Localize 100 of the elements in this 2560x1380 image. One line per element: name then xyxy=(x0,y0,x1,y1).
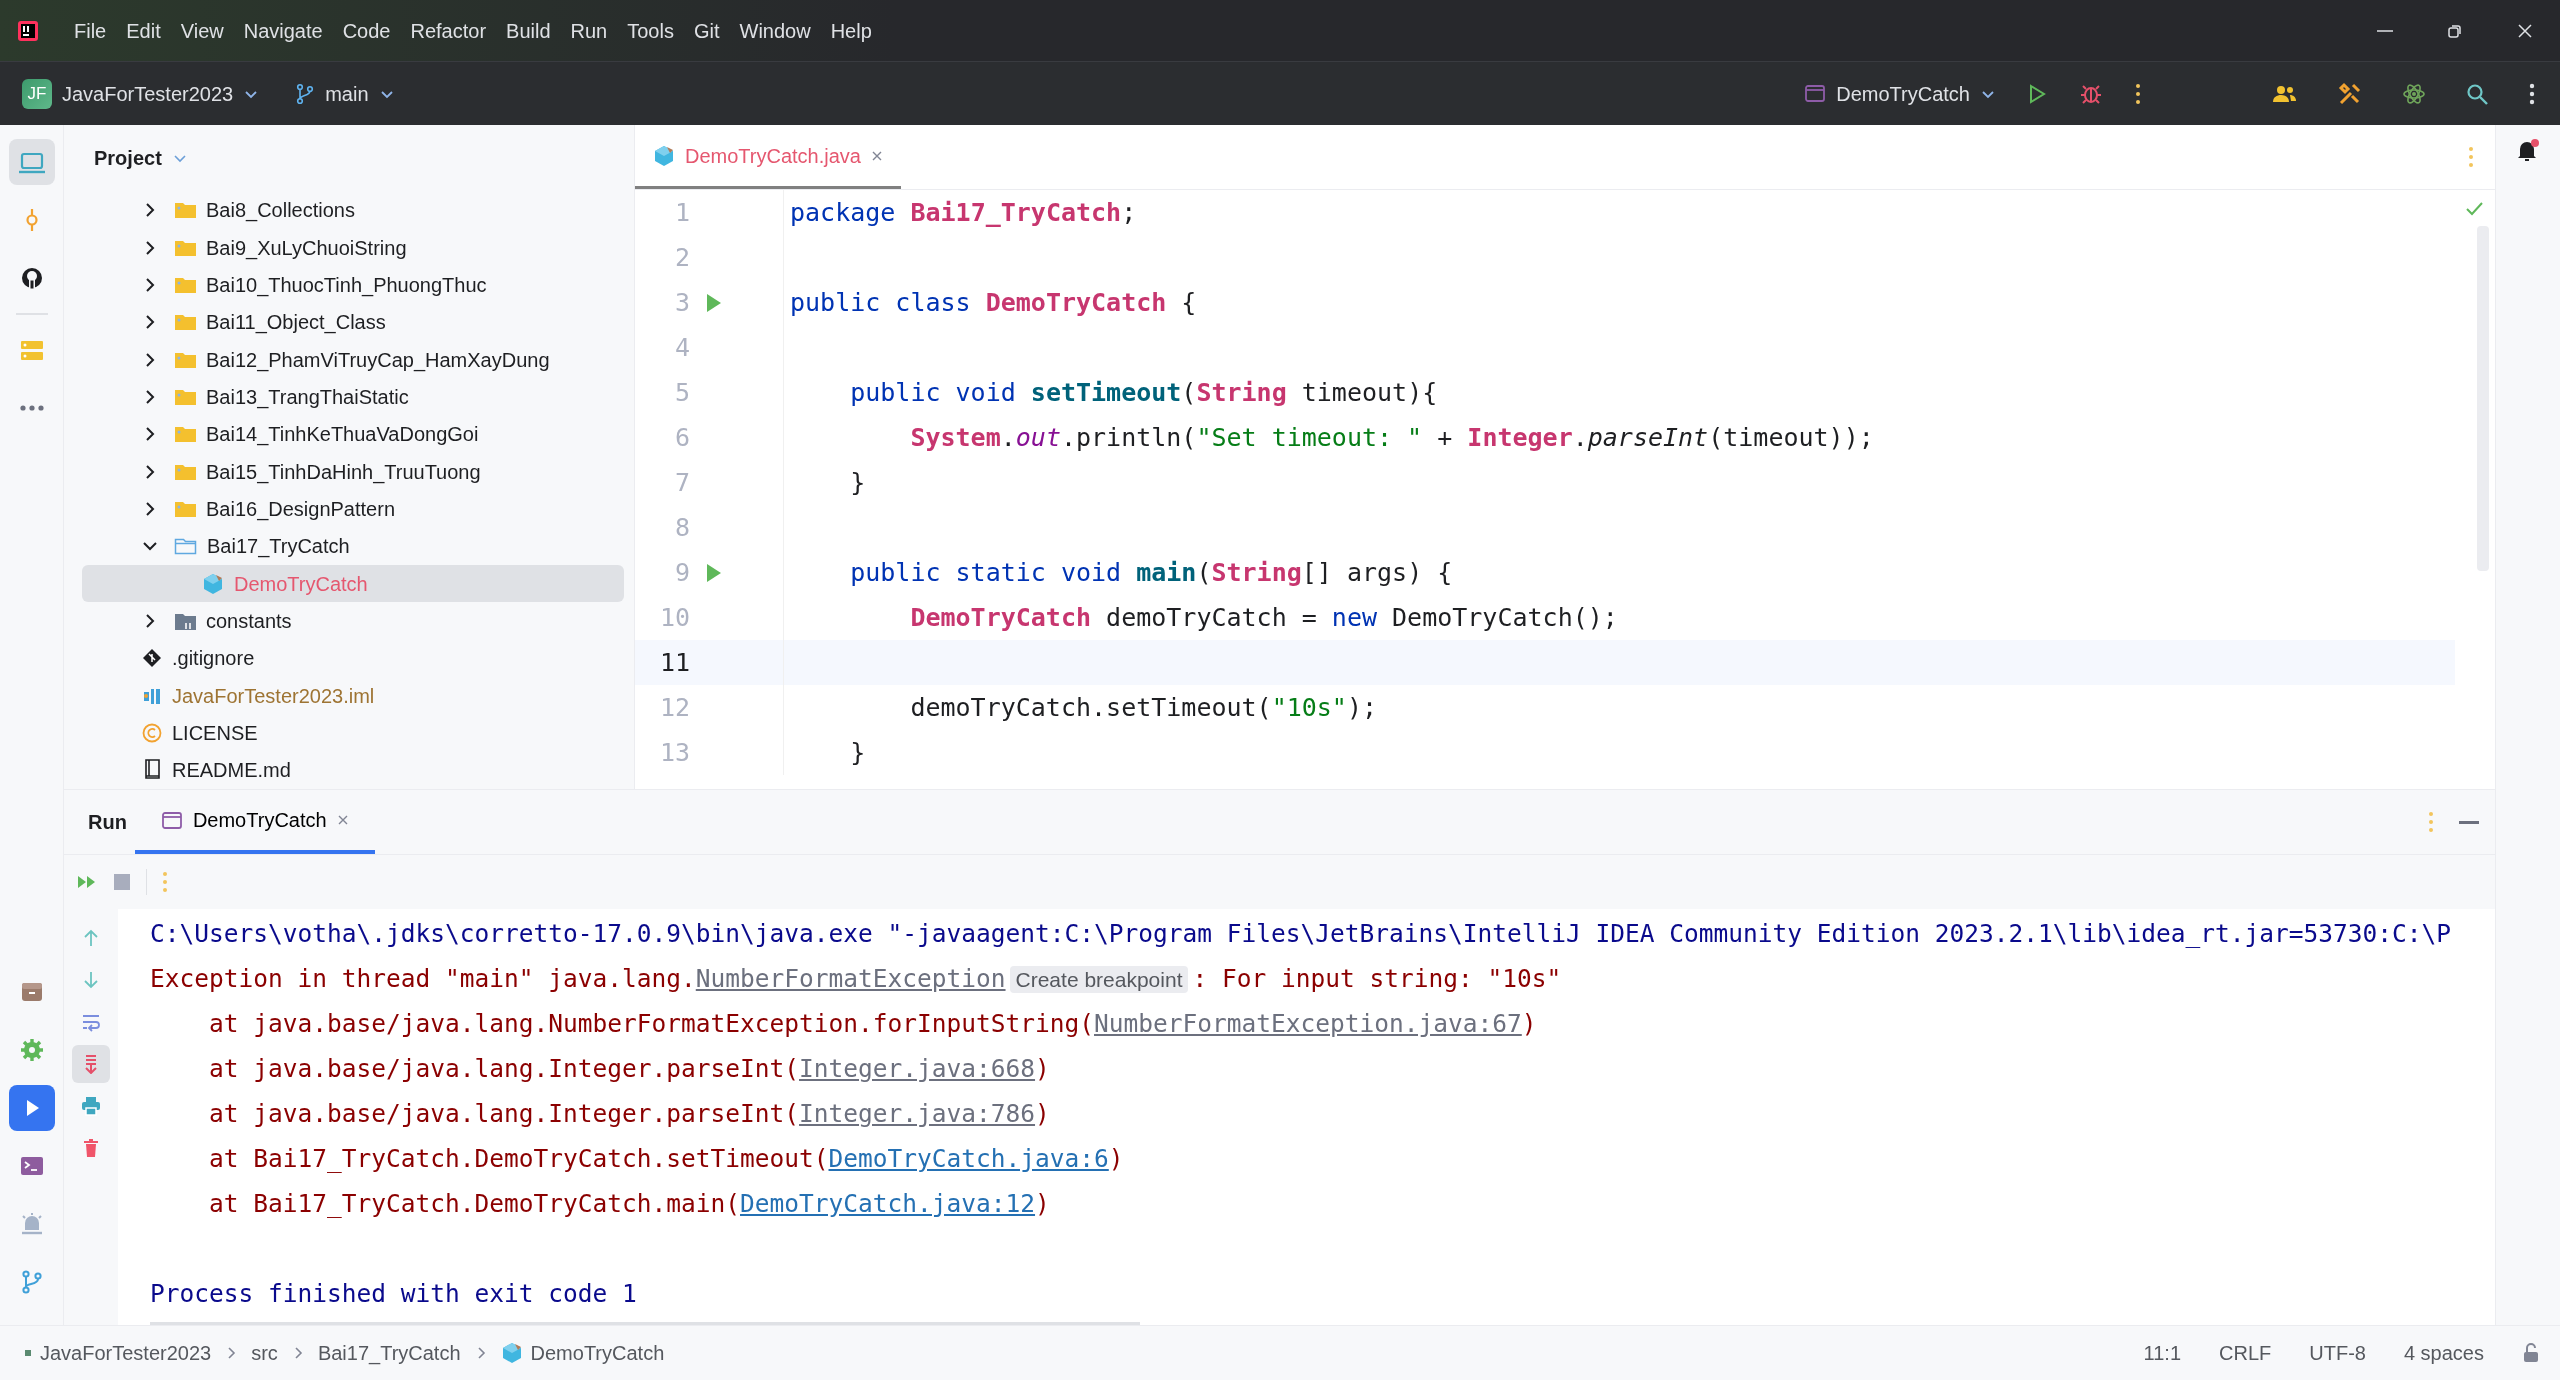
breadcrumb[interactable]: Bai17_TryCatch xyxy=(313,1338,465,1368)
line-number: 9 xyxy=(673,556,690,589)
panel-title[interactable]: Project xyxy=(88,139,194,178)
restore-icon xyxy=(2447,22,2463,39)
window-icon xyxy=(1804,83,1827,104)
tree-item[interactable]: JavaForTester2023.iml xyxy=(82,676,624,715)
console-line: at java.base/java.lang.Integer.parseInt(Integer.java:786) xyxy=(208,1098,1051,1130)
folder-icon xyxy=(174,424,196,445)
alarm-icon xyxy=(19,1212,44,1236)
tree-item[interactable]: constants xyxy=(82,602,624,640)
tree-label: Bai8_Collections xyxy=(206,198,355,224)
lock-icon[interactable] xyxy=(2522,1343,2540,1363)
status-item[interactable]: CRLF xyxy=(2219,1338,2272,1368)
breadcrumb[interactable]: JavaForTester2023 xyxy=(20,1338,216,1368)
line-number: 11 xyxy=(658,646,690,679)
source-link[interactable]: DemoTryCatch.java:12 xyxy=(740,1189,1036,1218)
status-item[interactable]: 4 spaces xyxy=(2403,1338,2484,1368)
menu-item[interactable]: Run xyxy=(560,11,618,50)
code-line: public void setTimeout(String timeout){ xyxy=(849,376,1438,409)
close-icon[interactable] xyxy=(871,149,883,162)
open-folder-icon xyxy=(174,536,197,557)
tree-label: Bai17_TryCatch xyxy=(207,534,350,560)
line-number: 12 xyxy=(658,691,690,724)
run-config-selector[interactable]: DemoTryCatch xyxy=(1794,72,2006,115)
tree-label: README.md xyxy=(172,758,291,784)
line-number: 4 xyxy=(673,331,690,364)
atom-icon[interactable] xyxy=(2402,81,2426,106)
menu-item[interactable]: Window xyxy=(729,11,821,50)
tree-item[interactable]: Bai12_PhamViTruyCap_HamXayDung xyxy=(82,341,624,379)
tree-label: Bai16_DesignPattern xyxy=(206,497,395,523)
arrow-down-icon xyxy=(81,970,101,990)
code-line: public class DemoTryCatch { xyxy=(789,286,1197,319)
minimize-icon[interactable] xyxy=(2459,820,2479,824)
tree-label: Bai13_TrangThaiStatic xyxy=(206,385,409,411)
folder-icon xyxy=(174,387,196,407)
menu-item[interactable]: File xyxy=(64,11,117,50)
tree-item[interactable]: LICENSE xyxy=(82,714,624,752)
tools-icon[interactable] xyxy=(2338,81,2362,106)
tree-item[interactable]: Bai8_Collections xyxy=(82,191,624,230)
menu-item[interactable]: Navigate xyxy=(233,11,333,50)
menu-item[interactable]: Refactor xyxy=(400,11,497,50)
tree-label: Bai14_TinhKeThuaVaDongGoi xyxy=(206,422,479,448)
status-item[interactable]: UTF-8 xyxy=(2309,1338,2366,1368)
line-number: 10 xyxy=(658,601,690,634)
library-link[interactable]: NumberFormatException.java:67 xyxy=(1094,1009,1522,1038)
check-icon xyxy=(2465,200,2485,216)
library-link[interactable]: NumberFormatException xyxy=(695,964,1006,993)
tree-item[interactable]: README.md xyxy=(82,751,624,789)
menu-item[interactable]: Help xyxy=(820,11,882,50)
breadcrumb[interactable]: DemoTryCatch xyxy=(496,1338,669,1368)
project-icon xyxy=(17,150,46,174)
console-line: Process finished with exit code 1 xyxy=(150,1278,638,1310)
bug-icon[interactable] xyxy=(2080,82,2102,105)
tree-item[interactable]: Bai17_TryCatch xyxy=(82,527,624,565)
gear-icon xyxy=(19,1038,44,1062)
tree-item[interactable]: Bai9_XuLyChuoiString xyxy=(82,229,624,267)
commit-icon xyxy=(23,208,40,232)
menu-item[interactable]: Tools xyxy=(617,11,684,50)
window-icon xyxy=(160,809,183,831)
search-icon[interactable] xyxy=(2466,82,2488,105)
tree-item[interactable]: Bai15_TinhDaHinh_TruuTuong xyxy=(82,453,624,491)
line-number: 1 xyxy=(673,196,690,229)
minimize-icon xyxy=(2377,29,2393,32)
tree-item[interactable]: Bai13_TrangThaiStatic xyxy=(82,378,624,416)
bell-icon[interactable] xyxy=(2516,139,2540,163)
tree-item[interactable]: Bai14_TinhKeThuaVaDongGoi xyxy=(82,415,624,453)
menu-item[interactable]: View xyxy=(170,11,234,50)
status-item[interactable]: 11:1 xyxy=(2143,1338,2182,1368)
breakpoint-hint[interactable]: Create breakpoint xyxy=(1009,966,1189,993)
tree-item[interactable]: Bai11_Object_Class xyxy=(82,303,624,341)
project-selector[interactable]: JF JavaForTester2023 xyxy=(12,72,270,115)
code-line: public static void main(String[] args) { xyxy=(849,556,1453,589)
tree-item[interactable]: .gitignore xyxy=(82,639,624,677)
source-link[interactable]: DemoTryCatch.java:6 xyxy=(828,1144,1109,1173)
printer-icon xyxy=(81,1096,101,1116)
close-icon[interactable] xyxy=(336,814,349,826)
tree-label: DemoTryCatch xyxy=(234,571,368,597)
code-line: package Bai17_TryCatch; xyxy=(789,196,1137,229)
menu-item[interactable]: Build xyxy=(496,11,561,50)
more-icon[interactable] xyxy=(2134,82,2142,105)
tree-label: constants xyxy=(206,608,292,634)
close-icon xyxy=(2517,22,2533,39)
code-line: DemoTryCatch demoTryCatch = new DemoTryCatch(); xyxy=(909,601,1618,634)
branch-selector[interactable]: main xyxy=(285,72,405,115)
menu-item[interactable]: Code xyxy=(332,11,401,50)
library-link[interactable]: Integer.java:786 xyxy=(799,1099,1036,1128)
tree-item[interactable]: Bai10_ThuocTinh_PhuongThuc xyxy=(82,266,624,304)
console-line: at Bai17_TryCatch.DemoTryCatch.main(DemoTryCatch.java:12) xyxy=(208,1188,1051,1220)
editor-tab[interactable]: DemoTryCatch.java xyxy=(635,125,901,189)
menu-item[interactable]: Git xyxy=(683,11,730,50)
run-tab[interactable]: DemoTryCatch xyxy=(134,790,375,854)
tree-item[interactable]: Bai16_DesignPattern xyxy=(82,490,624,528)
copyright-icon xyxy=(142,722,162,743)
stop-icon[interactable] xyxy=(112,872,132,892)
more-icon[interactable] xyxy=(2528,82,2536,105)
breadcrumb[interactable]: src xyxy=(247,1338,282,1368)
server-icon xyxy=(19,338,44,362)
menu-item[interactable]: Edit xyxy=(116,11,171,50)
library-link[interactable]: Integer.java:668 xyxy=(799,1054,1036,1083)
console-tool-button[interactable] xyxy=(72,1045,110,1083)
